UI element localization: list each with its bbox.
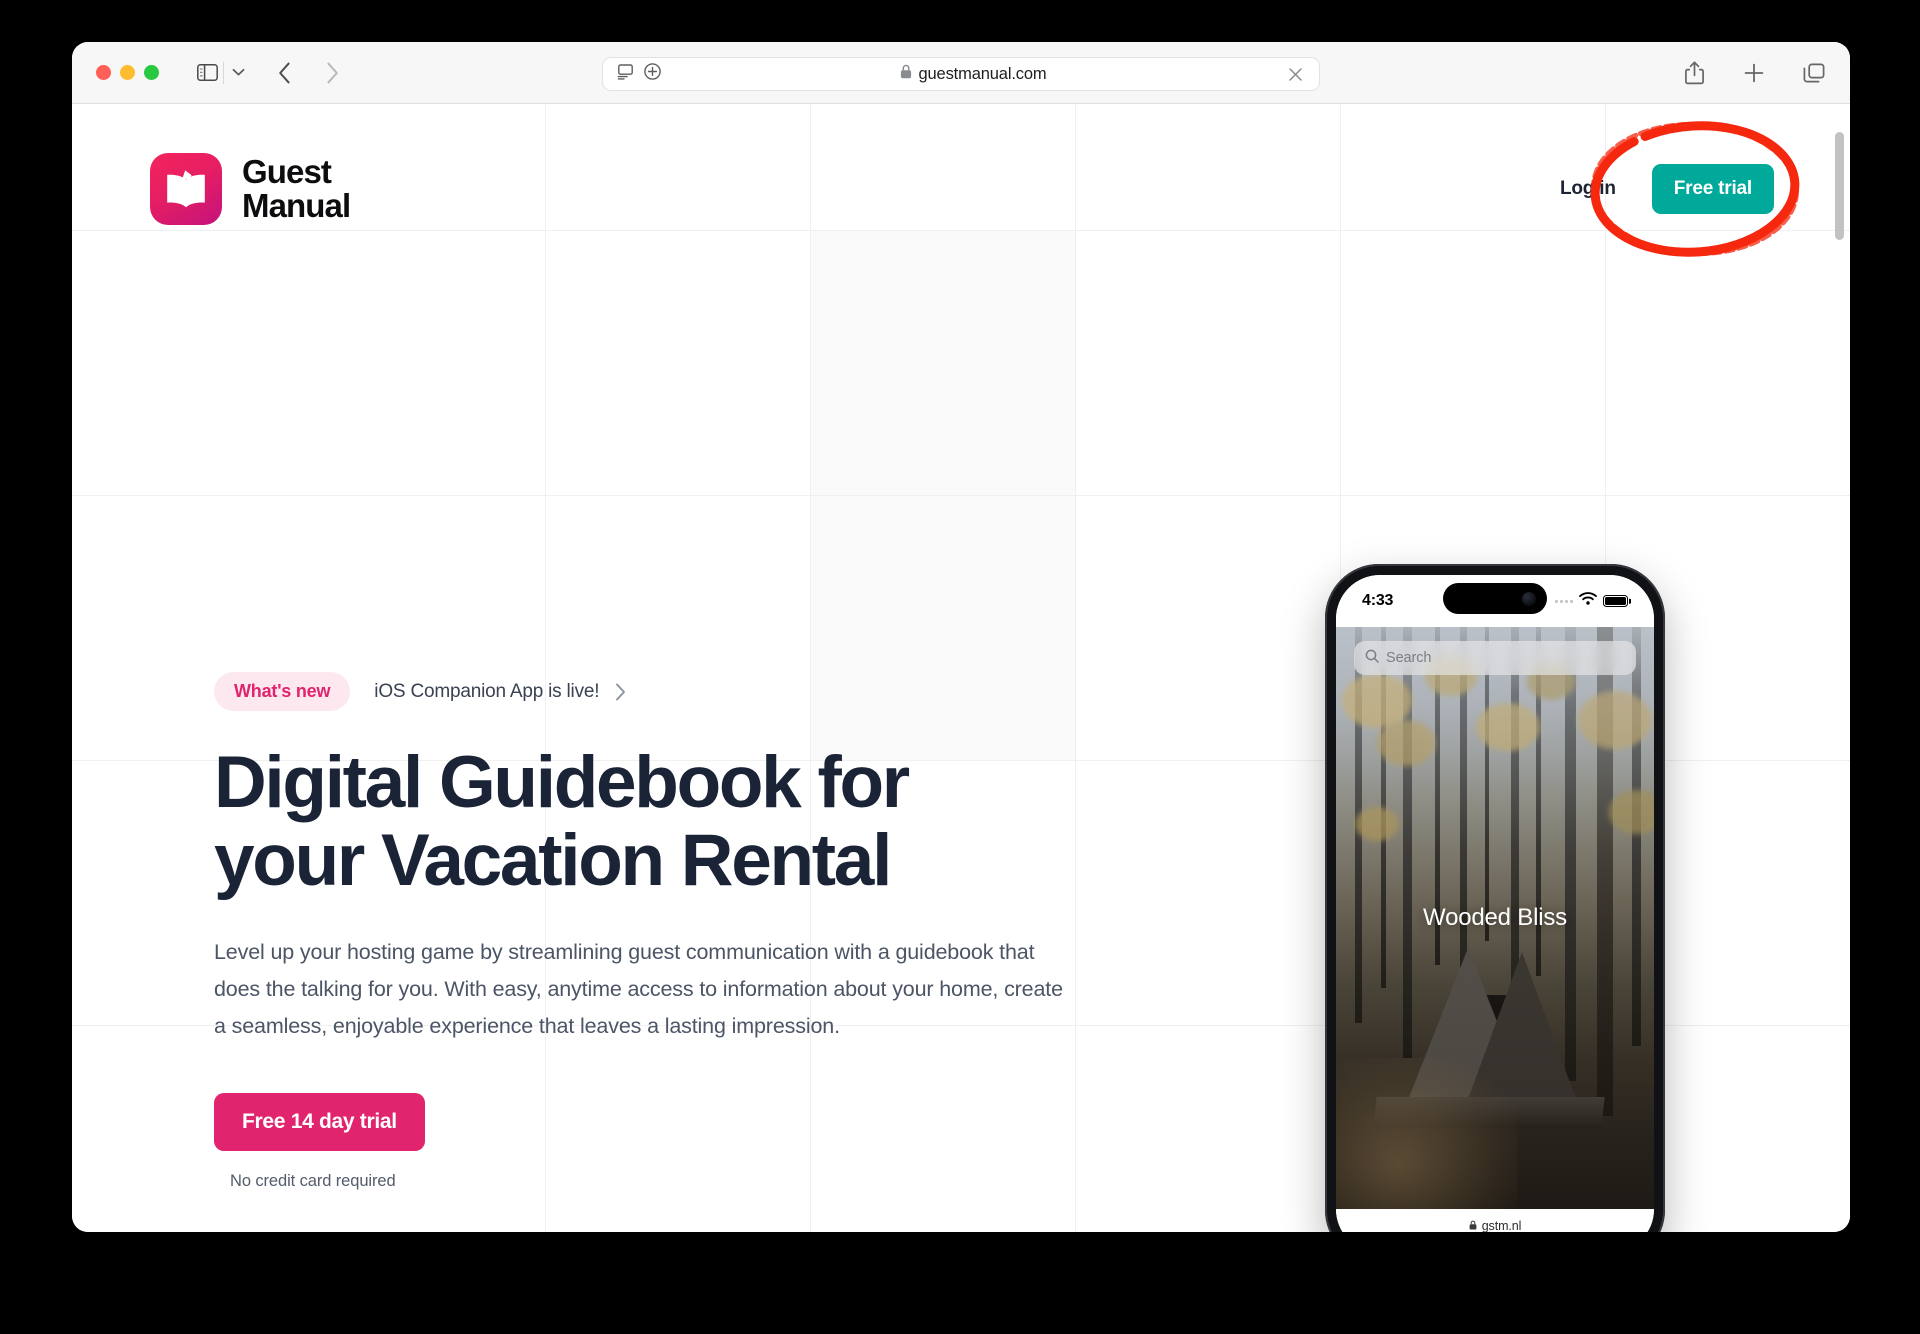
browser-toolbar: guestmanual.com: [72, 42, 1850, 104]
whats-new-text: iOS Companion App is live!: [374, 680, 600, 702]
whats-new-announcement[interactable]: What's new iOS Companion App is live!: [214, 672, 1094, 711]
clear-url-icon[interactable]: [1285, 64, 1305, 84]
site-header: Guest Manual Log in Free trial: [72, 104, 1850, 274]
listing-title: Wooded Bliss: [1423, 904, 1567, 931]
page-scrollbar[interactable]: [1834, 110, 1845, 1226]
brand-name-line1: Guest: [242, 152, 332, 190]
whats-new-badge: What's new: [214, 672, 351, 711]
phone-screen: 4:33 Search Wooded Bliss gstm.nl: [1336, 575, 1654, 1232]
phone-frame: 4:33 Search Wooded Bliss gstm.nl: [1325, 564, 1665, 1232]
new-tab-icon[interactable]: [1740, 59, 1768, 87]
front-camera-icon: [1522, 591, 1536, 606]
navigation-controls: [159, 58, 348, 88]
add-extension-icon[interactable]: [644, 63, 661, 85]
share-icon[interactable]: [1680, 59, 1708, 87]
back-button-icon[interactable]: [268, 58, 300, 88]
lock-icon: [900, 64, 912, 84]
address-bar-left-icons: [617, 63, 661, 85]
phone-address-label[interactable]: gstm.nl: [1469, 1218, 1522, 1232]
wifi-icon: [1579, 592, 1597, 610]
phone-mockup: 4:33 Search Wooded Bliss gstm.nl: [1325, 564, 1665, 1232]
free-trial-cta-button[interactable]: Free 14 day trial: [214, 1093, 425, 1152]
reader-view-icon[interactable]: [617, 63, 634, 85]
cellular-signal-icon: [1555, 599, 1573, 603]
search-icon: [1365, 649, 1379, 668]
phone-status-time: 4:33: [1362, 592, 1394, 609]
brand-name: Guest Manual: [242, 152, 351, 224]
safari-browser-window: guestmanual.com Guest Manual Log in Free…: [72, 42, 1850, 1232]
url-text: guestmanual.com: [918, 64, 1047, 83]
dynamic-island: [1443, 583, 1547, 614]
free-trial-button[interactable]: Free trial: [1651, 164, 1774, 214]
phone-status-bar: 4:33: [1336, 575, 1654, 627]
site-nav: Log in Free trial: [1560, 121, 1800, 257]
hero-copy: What's new iOS Companion App is live! Di…: [214, 672, 1094, 1191]
close-window-button[interactable]: [96, 65, 111, 80]
page-title: Digital Guidebook for your Vacation Rent…: [214, 742, 910, 902]
window-traffic-lights: [96, 65, 159, 80]
phone-content: Search Wooded Bliss: [1336, 627, 1654, 1209]
chevron-right-icon: [615, 683, 626, 701]
phone-search-placeholder: Search: [1386, 650, 1432, 666]
brand-logo[interactable]: Guest Manual: [150, 152, 351, 225]
page-viewport: Guest Manual Log in Free trial What's ne…: [72, 104, 1850, 1232]
tab-overview-icon[interactable]: [1800, 59, 1828, 87]
desktop-background: guestmanual.com Guest Manual Log in Free…: [0, 0, 1920, 1334]
scrollbar-thumb[interactable]: [1835, 132, 1844, 240]
login-link[interactable]: Log in: [1560, 178, 1616, 200]
cta-note: No credit card required: [230, 1172, 396, 1191]
battery-icon: [1603, 595, 1628, 607]
address-bar-content: guestmanual.com: [661, 64, 1285, 84]
zoom-window-button[interactable]: [144, 65, 159, 80]
open-book-icon: [150, 153, 222, 225]
hero-subheading: Level up your hosting game by streamlini…: [214, 940, 1063, 1039]
sidebar-toggle-icon[interactable]: [193, 60, 221, 86]
forward-button-icon[interactable]: [316, 58, 348, 88]
address-bar[interactable]: guestmanual.com: [602, 57, 1320, 91]
toolbar-right-actions: [1680, 42, 1828, 104]
brand-name-line2: Manual: [242, 187, 351, 224]
chevron-down-icon[interactable]: [226, 60, 250, 86]
phone-url-text: gstm.nl: [1481, 1218, 1522, 1232]
toolbar-divider: [223, 61, 224, 84]
lock-icon: [1469, 1219, 1477, 1232]
phone-bottom-bar: gstm.nl: [1336, 1209, 1654, 1232]
minimize-window-button[interactable]: [120, 65, 135, 80]
phone-search-input[interactable]: Search: [1354, 641, 1636, 675]
phone-status-indicators: [1555, 592, 1628, 610]
